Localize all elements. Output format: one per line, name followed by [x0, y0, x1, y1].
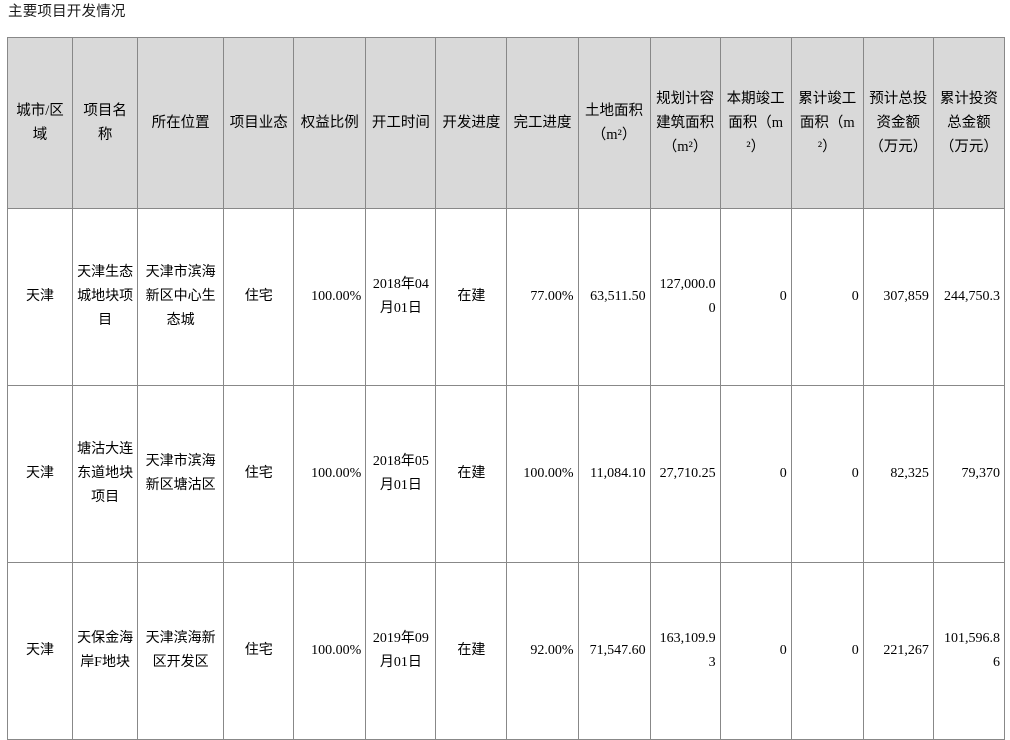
cell-equity-ratio: 100.00% [293, 562, 367, 740]
cell-start-time: 2018年05月01日 [365, 385, 437, 563]
column-header-start-time: 开工时间 [365, 37, 437, 209]
cell-estimated-total-investment: 307,859 [862, 208, 934, 386]
cell-land-area: 71,547.60 [577, 562, 651, 740]
cell-location: 天津滨海新区开发区 [137, 562, 225, 740]
cell-development-progress: 在建 [435, 385, 508, 563]
column-header-project-type: 项目业态 [223, 37, 295, 209]
cell-planned-gfa: 127,000.00 [649, 208, 721, 386]
cell-cumulative-completed-area: 0 [790, 562, 864, 740]
page-root: 主要项目开发情况 城市/区域 项目名称 所在位置 项目业态 权益比例 开工时间 … [0, 0, 1010, 740]
column-header-planned-gfa: 规划计容建筑面积（m²） [649, 37, 721, 209]
cell-current-completed-area: 0 [719, 562, 792, 740]
column-header-completion-progress: 完工进度 [506, 37, 579, 209]
cell-project-type: 住宅 [223, 208, 295, 386]
cell-estimated-total-investment: 82,325 [862, 385, 934, 563]
project-development-table: 城市/区域 项目名称 所在位置 项目业态 权益比例 开工时间 开发进度 完工进度… [6, 37, 1006, 740]
cell-location: 天津市滨海新区塘沽区 [137, 385, 225, 563]
column-header-equity-ratio: 权益比例 [293, 37, 367, 209]
cell-planned-gfa: 163,109.93 [649, 562, 721, 740]
cell-cumulative-total-investment: 79,370 [932, 385, 1006, 563]
cell-planned-gfa: 27,710.25 [649, 385, 721, 563]
cell-location: 天津市滨海新区中心生态城 [137, 208, 225, 386]
cell-development-progress: 在建 [435, 208, 508, 386]
cell-completion-progress: 100.00% [506, 385, 579, 563]
column-header-estimated-total-investment: 预计总投资金额（万元） [862, 37, 934, 209]
cell-estimated-total-investment: 221,267 [862, 562, 934, 740]
table-body: 天津 天津生态城地块项目 天津市滨海新区中心生态城 住宅 100.00% 201… [6, 208, 1006, 740]
cell-project-type: 住宅 [223, 385, 295, 563]
cell-project-name: 天保金海岸F地块 [72, 562, 139, 740]
cell-equity-ratio: 100.00% [293, 385, 367, 563]
column-header-development-progress: 开发进度 [435, 37, 508, 209]
table-row: 天津 塘沽大连东道地块项目 天津市滨海新区塘沽区 住宅 100.00% 2018… [6, 385, 1006, 563]
table-row: 天津 天津生态城地块项目 天津市滨海新区中心生态城 住宅 100.00% 201… [6, 208, 1006, 386]
page-title: 主要项目开发情况 [8, 4, 126, 20]
table-header: 城市/区域 项目名称 所在位置 项目业态 权益比例 开工时间 开发进度 完工进度… [6, 37, 1006, 209]
cell-development-progress: 在建 [435, 562, 508, 740]
cell-city: 天津 [6, 208, 74, 386]
column-header-cumulative-total-investment: 累计投资总金额（万元） [932, 37, 1006, 209]
cell-project-name: 天津生态城地块项目 [72, 208, 139, 386]
column-header-current-completed-area: 本期竣工面积（m²） [719, 37, 792, 209]
column-header-cumulative-completed-area: 累计竣工面积（m²） [790, 37, 864, 209]
cell-completion-progress: 92.00% [506, 562, 579, 740]
column-header-land-area: 土地面积（m²） [577, 37, 651, 209]
cell-cumulative-completed-area: 0 [790, 208, 864, 386]
cell-project-type: 住宅 [223, 562, 295, 740]
column-header-city: 城市/区域 [6, 37, 74, 209]
table-row: 天津 天保金海岸F地块 天津滨海新区开发区 住宅 100.00% 2019年09… [6, 562, 1006, 740]
cell-land-area: 63,511.50 [577, 208, 651, 386]
cell-land-area: 11,084.10 [577, 385, 651, 563]
cell-cumulative-total-investment: 101,596.86 [932, 562, 1006, 740]
column-header-project-name: 项目名称 [72, 37, 139, 209]
cell-equity-ratio: 100.00% [293, 208, 367, 386]
cell-start-time: 2018年04月01日 [365, 208, 437, 386]
cell-city: 天津 [6, 385, 74, 563]
cell-project-name: 塘沽大连东道地块项目 [72, 385, 139, 563]
cell-current-completed-area: 0 [719, 385, 792, 563]
cell-cumulative-total-investment: 244,750.3 [932, 208, 1006, 386]
cell-current-completed-area: 0 [719, 208, 792, 386]
column-header-location: 所在位置 [137, 37, 225, 209]
cell-completion-progress: 77.00% [506, 208, 579, 386]
cell-start-time: 2019年09月01日 [365, 562, 437, 740]
table-header-row: 城市/区域 项目名称 所在位置 项目业态 权益比例 开工时间 开发进度 完工进度… [6, 37, 1006, 209]
cell-city: 天津 [6, 562, 74, 740]
cell-cumulative-completed-area: 0 [790, 385, 864, 563]
